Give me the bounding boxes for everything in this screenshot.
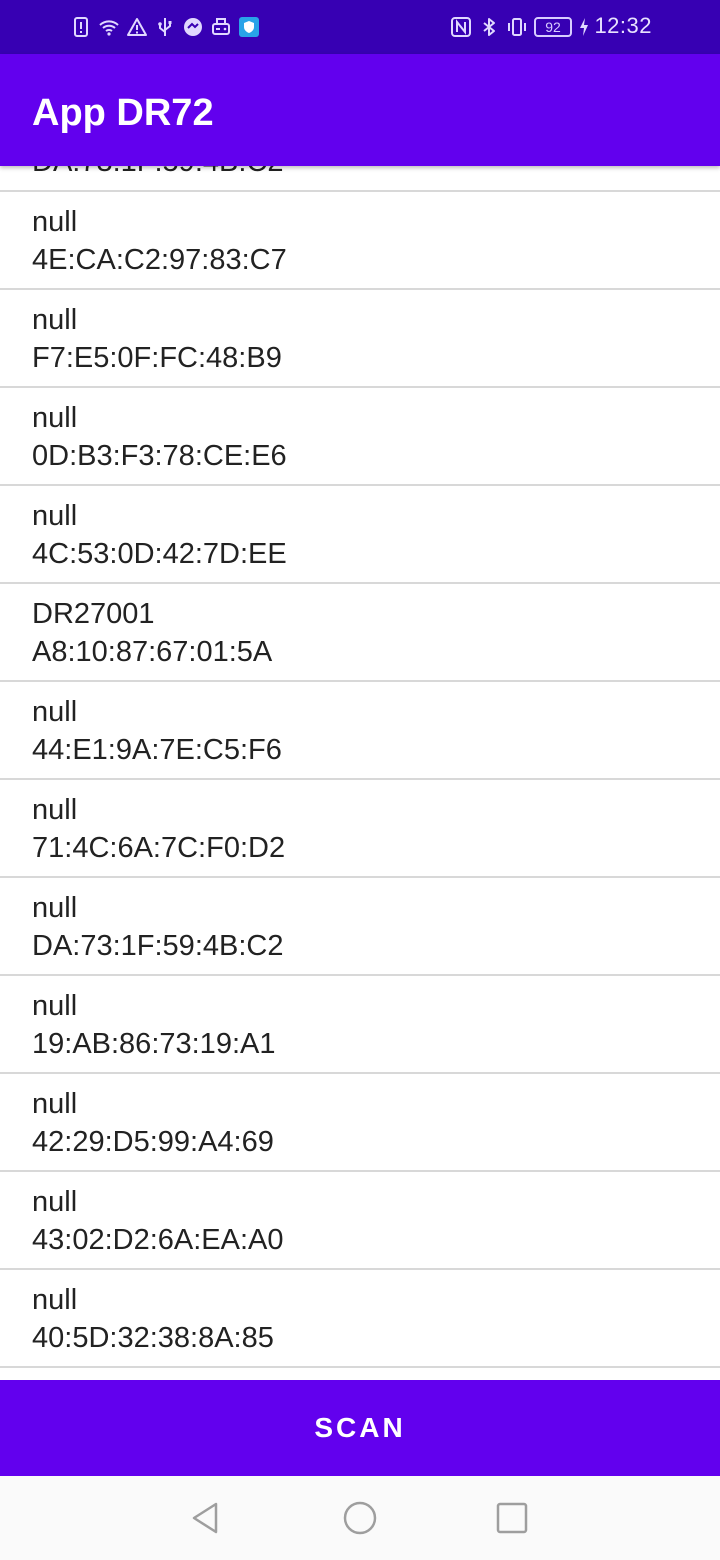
device-address: 43:02:D2:6A:EA:A0 xyxy=(32,1224,284,1256)
scan-button[interactable]: SCAN xyxy=(0,1380,720,1476)
charging-icon xyxy=(578,16,590,38)
device-address: 71:4C:6A:7C:F0:D2 xyxy=(32,832,286,864)
status-bar: 92 12:32 xyxy=(0,0,720,54)
back-icon[interactable] xyxy=(186,1498,226,1538)
device-address: A8:10:87:67:01:5A xyxy=(32,636,273,668)
device-list-item[interactable]: null DA:73:1F:59:4B:C2 xyxy=(0,166,720,192)
device-list-item[interactable]: null F7:E5:0F:FC:48:B9 xyxy=(0,290,720,388)
device-list-item[interactable]: null 19:AB:86:73:19:A1 xyxy=(0,976,720,1074)
device-name: null xyxy=(32,990,78,1022)
navigation-bar xyxy=(0,1476,720,1560)
device-list-item[interactable]: null 40:5D:32:38:8A:85 xyxy=(0,1270,720,1368)
device-name: DR27001 xyxy=(32,598,155,630)
wifi-icon xyxy=(98,16,120,38)
device-name: null xyxy=(32,794,78,826)
device-list-item[interactable]: null 71:4C:6A:7C:F0:D2 xyxy=(0,780,720,878)
sim-alert-icon xyxy=(70,16,92,38)
device-name: null xyxy=(32,696,78,728)
device-list-item[interactable]: null 4E:CA:C2:97:83:C7 xyxy=(0,192,720,290)
device-address: 40:5D:32:38:8A:85 xyxy=(32,1322,274,1354)
device-name: null xyxy=(32,1088,78,1120)
vibrate-icon xyxy=(506,16,528,38)
device-list-item[interactable]: null 0D:B3:F3:78:CE:E6 xyxy=(0,388,720,486)
nfc-icon xyxy=(450,16,472,38)
battery-icon: 92 xyxy=(534,17,572,37)
device-address: 0D:B3:F3:78:CE:E6 xyxy=(32,440,287,472)
device-address: 19:AB:86:73:19:A1 xyxy=(32,1028,276,1060)
device-name: null xyxy=(32,500,78,532)
device-list-content: null DA:73:1F:59:4B:C2 null 4E:CA:C2:97:… xyxy=(0,166,720,1368)
device-list-item[interactable]: null DA:73:1F:59:4B:C2 xyxy=(0,878,720,976)
bluetooth-icon xyxy=(478,16,500,38)
app-title: App DR72 xyxy=(32,92,214,134)
status-time: 12:32 xyxy=(594,13,652,38)
device-address: 44:E1:9A:7E:C5:F6 xyxy=(32,734,282,766)
device-name: null xyxy=(32,1284,78,1316)
device-name: null xyxy=(32,304,78,336)
game-controller-icon xyxy=(210,16,232,38)
device-list[interactable]: null DA:73:1F:59:4B:C2 null 4E:CA:C2:97:… xyxy=(0,166,720,1380)
device-list-item[interactable]: null 44:E1:9A:7E:C5:F6 xyxy=(0,682,720,780)
game-icon xyxy=(182,16,204,38)
device-address: DA:73:1F:59:4B:C2 xyxy=(32,930,284,962)
device-address: 4C:53:0D:42:7D:EE xyxy=(32,538,287,570)
device-address: 4E:CA:C2:97:83:C7 xyxy=(32,244,287,276)
device-address: F7:E5:0F:FC:48:B9 xyxy=(32,342,282,374)
device-list-item[interactable]: null 4C:53:0D:42:7D:EE xyxy=(0,486,720,584)
device-list-item[interactable]: null 43:02:D2:6A:EA:A0 xyxy=(0,1172,720,1270)
device-address: 42:29:D5:99:A4:69 xyxy=(32,1126,274,1158)
recent-apps-icon[interactable] xyxy=(492,1498,532,1538)
status-icons-right: 92 xyxy=(450,14,590,40)
status-icons-left xyxy=(70,14,260,40)
device-list-item[interactable]: null 42:29:D5:99:A4:69 xyxy=(0,1074,720,1172)
home-icon[interactable] xyxy=(340,1498,380,1538)
device-name: null xyxy=(32,402,78,434)
device-address: DA:73:1F:59:4B:C2 xyxy=(32,166,283,179)
screen: 92 12:32 App DR72 null DA:73:1F:59:4B:C2… xyxy=(0,0,720,1560)
warning-icon xyxy=(126,16,148,38)
device-name: null xyxy=(32,206,78,238)
usb-icon xyxy=(154,16,176,38)
device-name: null xyxy=(32,892,78,924)
shield-icon xyxy=(238,16,260,38)
device-list-item[interactable]: DR27001 A8:10:87:67:01:5A xyxy=(0,584,720,682)
device-name: null xyxy=(32,1186,78,1218)
app-bar: App DR72 xyxy=(0,54,720,166)
